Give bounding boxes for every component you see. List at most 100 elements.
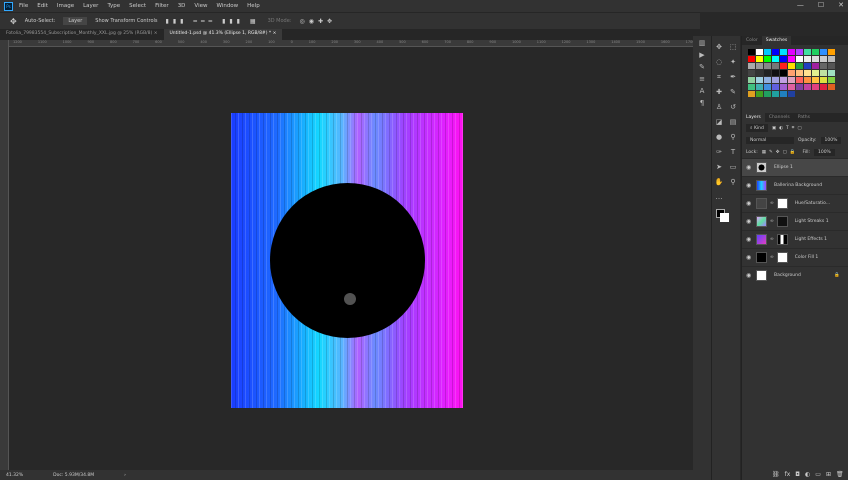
- swatch[interactable]: [772, 77, 779, 83]
- swatch[interactable]: [780, 56, 787, 62]
- visibility-eye-icon[interactable]: ◉: [746, 182, 753, 189]
- swatch[interactable]: [804, 77, 811, 83]
- magic-wand-icon[interactable]: ✦: [729, 58, 738, 67]
- tab-untitled-1[interactable]: Untitled-1.psd @ 41.3% (Ellipse 1, RGB/8…: [163, 29, 283, 40]
- adjustment-icon[interactable]: ◐: [805, 471, 810, 478]
- type-tool-icon[interactable]: T: [729, 148, 738, 157]
- visibility-eye-icon[interactable]: ◉: [746, 272, 753, 279]
- blend-mode-dropdown[interactable]: Normal: [746, 136, 794, 144]
- close-button[interactable]: ✕: [838, 1, 844, 9]
- brush-settings-icon[interactable]: ✎: [698, 63, 707, 72]
- edit-toolbar-icon[interactable]: …: [715, 193, 724, 202]
- align-icons[interactable]: ▮▮▮ ═══ ▮▮▮ ▦: [166, 18, 260, 25]
- swatch[interactable]: [748, 84, 755, 90]
- swatch[interactable]: [748, 49, 755, 55]
- new-layer-icon[interactable]: ⊞: [826, 471, 831, 478]
- tab-close-icon[interactable]: ×: [273, 31, 277, 36]
- layer-row[interactable]: ◉ Background 🔒: [742, 266, 848, 284]
- menu-3d[interactable]: 3D: [178, 3, 186, 9]
- swatch[interactable]: [788, 56, 795, 62]
- swatch[interactable]: [764, 77, 771, 83]
- path-select-icon[interactable]: ➤: [715, 163, 724, 172]
- swatch[interactable]: [812, 77, 819, 83]
- stamp-tool-icon[interactable]: ♙: [715, 103, 724, 112]
- 3d-tools-icons[interactable]: ◎◉✚✥: [300, 18, 337, 25]
- tab-channels[interactable]: Channels: [765, 113, 794, 122]
- swatch[interactable]: [748, 70, 755, 76]
- history-brush-icon[interactable]: ↺: [729, 103, 738, 112]
- layer-row[interactable]: ◉ ∞ Hue/Saturatio...: [742, 194, 848, 212]
- trash-icon[interactable]: 🗑: [836, 471, 844, 478]
- swatch[interactable]: [780, 49, 787, 55]
- pen-tool-icon[interactable]: ✑: [715, 148, 724, 157]
- visibility-eye-icon[interactable]: ◉: [746, 200, 753, 207]
- ellipse-shape[interactable]: [270, 183, 425, 338]
- swatch[interactable]: [828, 84, 835, 90]
- swatch[interactable]: [756, 91, 763, 97]
- swatch[interactable]: [772, 49, 779, 55]
- swatch[interactable]: [820, 77, 827, 83]
- swatch[interactable]: [820, 70, 827, 76]
- menu-file[interactable]: File: [19, 3, 28, 9]
- swatch[interactable]: [804, 63, 811, 69]
- swatch[interactable]: [756, 56, 763, 62]
- swatch[interactable]: [820, 84, 827, 90]
- swatch[interactable]: [820, 63, 827, 69]
- minimize-button[interactable]: —: [797, 1, 804, 9]
- paragraph-icon[interactable]: ¶: [698, 99, 707, 108]
- menu-image[interactable]: Image: [57, 3, 74, 9]
- lasso-tool-icon[interactable]: ◌: [715, 58, 724, 67]
- tab-color[interactable]: Color: [742, 36, 762, 45]
- history-icon[interactable]: ▥: [698, 39, 707, 48]
- swatch[interactable]: [772, 63, 779, 69]
- swatch[interactable]: [772, 91, 779, 97]
- swatch[interactable]: [756, 49, 763, 55]
- swatch[interactable]: [828, 49, 835, 55]
- crop-tool-icon[interactable]: ⌗: [715, 73, 724, 82]
- swatch[interactable]: [764, 56, 771, 62]
- tab-layers[interactable]: Layers: [742, 113, 765, 122]
- dodge-icon[interactable]: ⚲: [729, 133, 738, 142]
- menu-select[interactable]: Select: [129, 3, 146, 9]
- swatch[interactable]: [812, 56, 819, 62]
- tab-close-icon[interactable]: ×: [154, 31, 158, 36]
- mask-icon[interactable]: ◘: [795, 471, 800, 478]
- swatch[interactable]: [780, 63, 787, 69]
- swatch[interactable]: [788, 49, 795, 55]
- gradient-icon[interactable]: ▤: [729, 118, 738, 127]
- swatch[interactable]: [764, 63, 771, 69]
- eraser-icon[interactable]: ◪: [715, 118, 724, 127]
- blur-icon[interactable]: ●: [715, 133, 724, 142]
- visibility-eye-icon[interactable]: ◉: [746, 164, 753, 171]
- swatch[interactable]: [764, 91, 771, 97]
- menu-filter[interactable]: Filter: [155, 3, 169, 9]
- swatch[interactable]: [756, 77, 763, 83]
- swatch[interactable]: [788, 84, 795, 90]
- layer-select-dropdown[interactable]: Layer: [63, 17, 88, 25]
- show-transform-checkbox[interactable]: Show Transform Controls: [95, 18, 157, 24]
- move-tool-icon[interactable]: ✥: [715, 43, 724, 52]
- shape-tool-icon[interactable]: ▭: [729, 163, 738, 172]
- swatch[interactable]: [804, 56, 811, 62]
- swatch[interactable]: [756, 63, 763, 69]
- layer-row[interactable]: ◉ ∞ Color Fill 1: [742, 248, 848, 266]
- swatch[interactable]: [820, 56, 827, 62]
- eyedropper-icon[interactable]: ✒: [729, 73, 738, 82]
- hand-tool-icon[interactable]: ✋: [715, 178, 724, 187]
- swatch[interactable]: [788, 70, 795, 76]
- swatch[interactable]: [780, 84, 787, 90]
- brush-tool-icon[interactable]: ✎: [729, 88, 738, 97]
- swatch[interactable]: [748, 63, 755, 69]
- swatch[interactable]: [764, 84, 771, 90]
- move-tool-icon[interactable]: ✥: [10, 17, 17, 26]
- swatch[interactable]: [804, 70, 811, 76]
- lock-icons[interactable]: ▦✎✥▢🔒: [762, 150, 799, 155]
- swatch[interactable]: [748, 91, 755, 97]
- folder-icon[interactable]: ▭: [815, 471, 821, 478]
- tab-fotolia[interactable]: Fotolia_79983554_Subscription_Monthly_XX…: [0, 29, 164, 40]
- layer-row[interactable]: ◉ ∞ Light Effects 1: [742, 230, 848, 248]
- swatch[interactable]: [796, 56, 803, 62]
- kind-filter-dropdown[interactable]: ⌕ Kind: [746, 124, 768, 132]
- tab-swatches[interactable]: Swatches: [761, 36, 792, 45]
- zoom-tool-icon[interactable]: ⚲: [729, 178, 738, 187]
